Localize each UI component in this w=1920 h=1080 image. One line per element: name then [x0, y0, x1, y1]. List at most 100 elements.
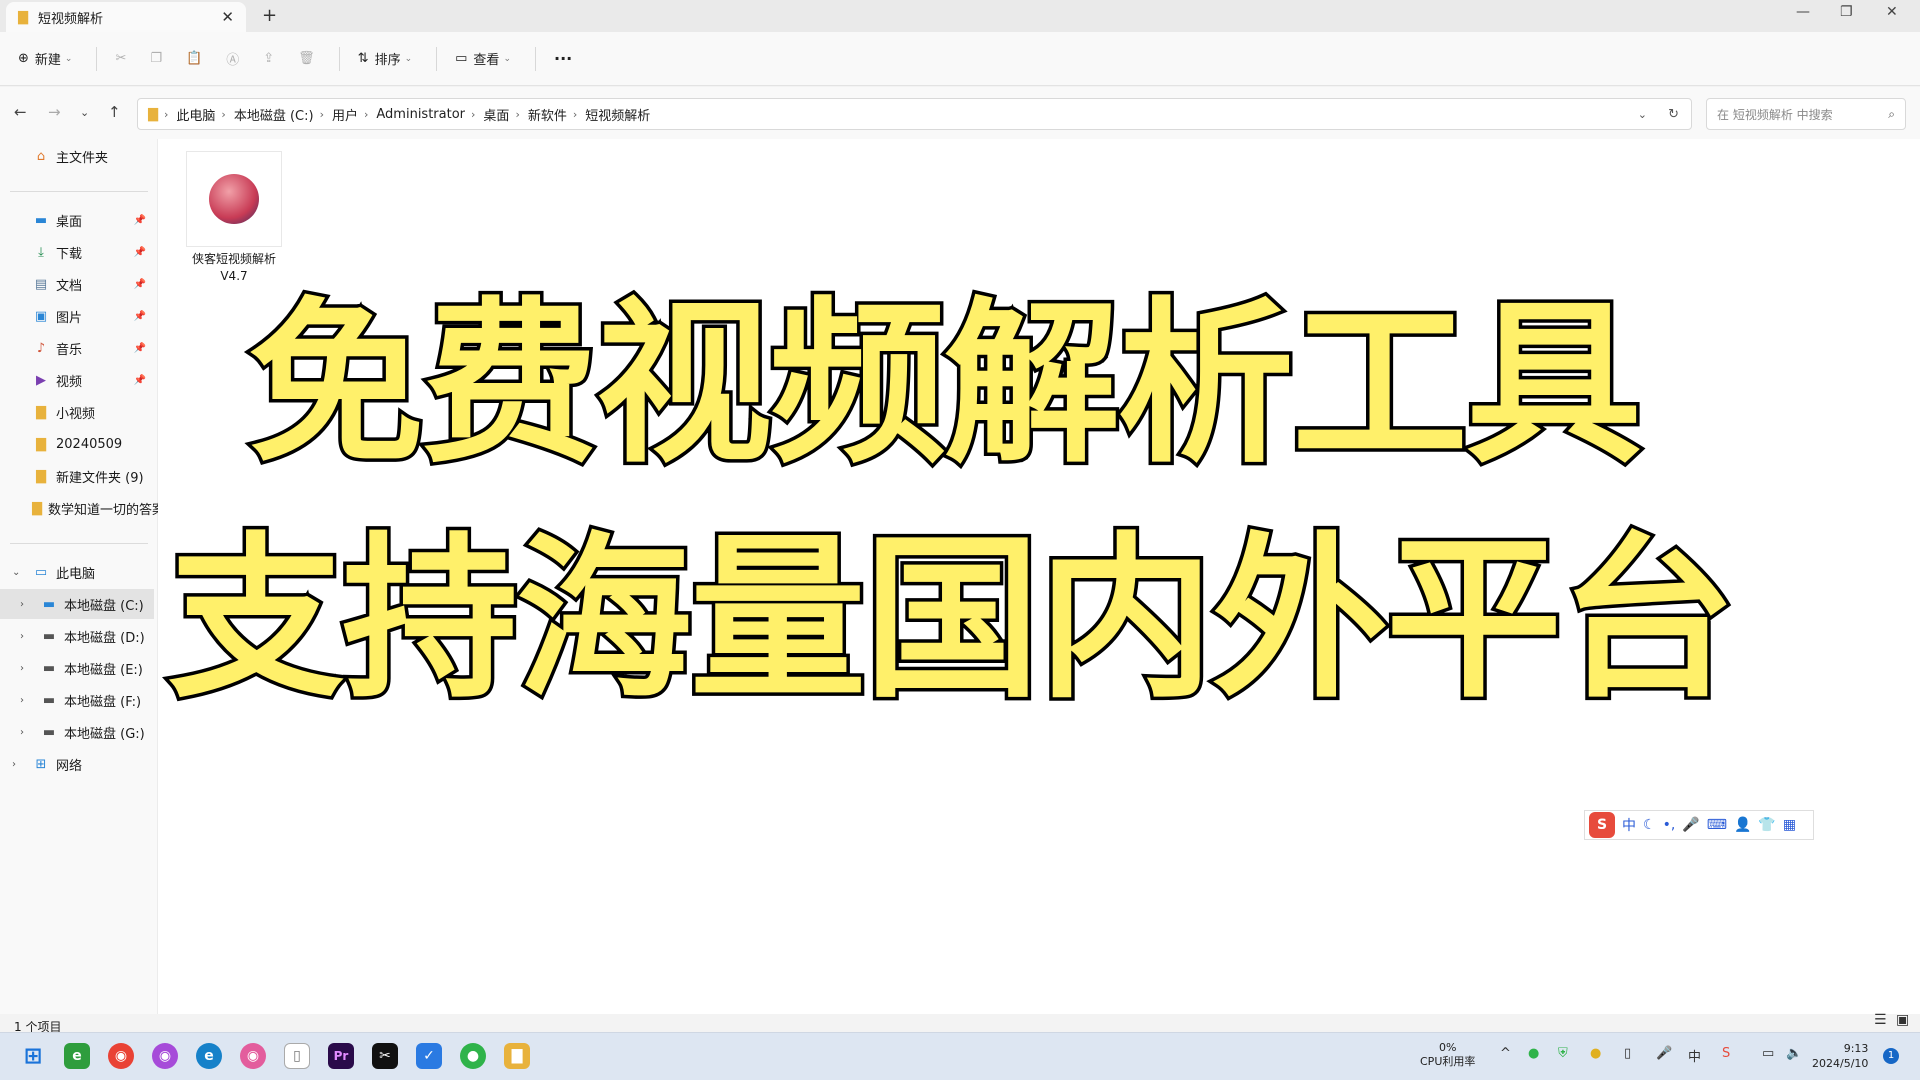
notification-badge[interactable]: 1 — [1883, 1048, 1899, 1064]
sidebar-item-downloads[interactable]: ⤓ 下载 📌 — [0, 237, 158, 267]
premiere-icon[interactable]: Pr — [328, 1043, 354, 1069]
ime-tray-icon[interactable]: 中 — [1688, 1046, 1701, 1065]
toolbox-icon[interactable]: ▦ — [1783, 817, 1796, 833]
share-icon[interactable]: ⇪ — [263, 51, 274, 66]
chevron-right-icon[interactable]: › — [20, 599, 24, 610]
address-bar[interactable]: ▇ › 此电脑 › 本地磁盘 (C:) › 用户 › Administrator… — [137, 98, 1692, 130]
chevron-right-icon[interactable]: › — [20, 631, 24, 642]
network-icon[interactable]: ▭ — [1762, 1046, 1774, 1061]
view-button[interactable]: ▭ 查看 ⌄ — [455, 49, 511, 68]
home-icon: ⌂ — [36, 148, 46, 164]
up-arrow-icon[interactable]: ↑ — [108, 103, 121, 121]
wechat-icon[interactable]: ● — [460, 1043, 486, 1069]
sidebar-item-music[interactable]: ♪ 音乐 📌 — [0, 333, 158, 363]
tiles-view-icon[interactable]: ▣ — [1896, 1012, 1909, 1028]
browser-icon[interactable]: e — [64, 1043, 90, 1069]
breadcrumb-desktop[interactable]: 桌面 — [483, 105, 509, 124]
app-icon[interactable]: ◉ — [240, 1043, 266, 1069]
tab-active[interactable]: ▇ 短视频解析 ✕ — [6, 2, 246, 32]
minimize-button[interactable]: — — [1796, 4, 1810, 20]
start-icon[interactable]: ⊞ — [20, 1043, 46, 1069]
chevron-up-icon[interactable]: ^ — [1500, 1046, 1511, 1061]
sidebar-item-this-pc[interactable]: ⌄ ▭ 此电脑 — [0, 557, 158, 587]
wechat-tray-icon[interactable]: ● — [1528, 1046, 1539, 1061]
capcut-icon[interactable]: ✂ — [372, 1043, 398, 1069]
sidebar-item-drive-f[interactable]: › ▬ 本地磁盘 (F:) — [0, 685, 158, 715]
chrome-icon[interactable]: ◉ — [108, 1043, 134, 1069]
sidebar-item-folder[interactable]: ▇ 小视频 — [0, 397, 158, 427]
sidebar-item-videos[interactable]: ▶ 视频 📌 — [0, 365, 158, 395]
delete-icon[interactable]: 🗑 — [298, 51, 315, 66]
microphone-icon[interactable]: 🎤 — [1682, 817, 1699, 833]
sidebar-item-pictures[interactable]: ▣ 图片 📌 — [0, 301, 158, 331]
breadcrumb-current[interactable]: 短视频解析 — [585, 105, 650, 124]
app-icon — [209, 174, 259, 224]
address-dropdown-icon[interactable]: ⌄ — [1638, 108, 1647, 121]
file-icon[interactable]: ▯ — [284, 1043, 310, 1069]
usb-icon[interactable]: ▯ — [1624, 1046, 1631, 1061]
user-icon[interactable]: 👤 — [1734, 817, 1751, 833]
breadcrumb-administrator[interactable]: Administrator — [376, 107, 465, 122]
edge-icon[interactable]: e — [196, 1043, 222, 1069]
breadcrumb-new-software[interactable]: 新软件 — [528, 105, 567, 124]
search-input[interactable]: 在 短视频解析 中搜索 ⌕ — [1706, 98, 1906, 130]
recent-dropdown-icon[interactable]: ⌄ — [80, 106, 89, 119]
new-button[interactable]: ⊕ 新建 ⌄ — [18, 49, 72, 68]
chevron-right-icon[interactable]: › — [20, 727, 24, 738]
volume-icon[interactable]: 🔈 — [1786, 1046, 1802, 1061]
moon-icon[interactable]: ☾ — [1643, 817, 1656, 833]
breadcrumb-c-drive[interactable]: 本地磁盘 (C:) — [234, 105, 314, 124]
sidebar-item-drive-d[interactable]: › ▬ 本地磁盘 (D:) — [0, 621, 158, 651]
sidebar-item-documents[interactable]: ▤ 文档 📌 — [0, 269, 158, 299]
forward-arrow-icon[interactable]: → — [48, 103, 61, 121]
chevron-right-icon[interactable]: › — [20, 663, 24, 674]
more-options-button[interactable]: ··· — [554, 49, 572, 68]
details-view-icon[interactable]: ☰ — [1874, 1012, 1887, 1028]
rename-icon[interactable]: Ⓐ — [226, 49, 239, 68]
sort-icon: ⇅ — [357, 51, 369, 66]
microphone-icon[interactable]: 🎤 — [1656, 1046, 1672, 1061]
chevron-right-icon[interactable]: › — [20, 695, 24, 706]
back-arrow-icon[interactable]: ← — [14, 103, 27, 121]
app-icon[interactable]: ◉ — [152, 1043, 178, 1069]
sidebar-item-drive-e[interactable]: › ▬ 本地磁盘 (E:) — [0, 653, 158, 683]
clock[interactable]: 9:13 2024/5/10 — [1812, 1041, 1868, 1071]
sidebar-item-folder[interactable]: ▇ 20240509 — [0, 429, 158, 459]
sidebar-item-folder[interactable]: ▇ 数学知道一切的答案 — [0, 493, 158, 523]
sidebar-item-label: 视频 — [56, 374, 83, 390]
app-icon[interactable]: ✓ — [416, 1043, 442, 1069]
close-window-button[interactable]: ✕ — [1886, 4, 1898, 20]
file-thumbnail — [186, 151, 282, 247]
app-tray-icon[interactable]: ● — [1590, 1046, 1601, 1061]
breadcrumb-this-pc[interactable]: 此电脑 — [176, 105, 215, 124]
sogou-tray-icon[interactable]: S — [1722, 1046, 1730, 1061]
file-item[interactable]: 侠客短视频解析 V4.7 — [178, 151, 290, 285]
sidebar-item-network[interactable]: › ⊞ 网络 — [0, 749, 158, 779]
sidebar-item-desktop[interactable]: ▬ 桌面 📌 — [0, 205, 158, 235]
sort-button[interactable]: ⇅ 排序 ⌄ — [358, 49, 412, 68]
file-explorer-icon[interactable]: ▇ — [504, 1043, 530, 1069]
breadcrumb-users[interactable]: 用户 — [332, 105, 358, 124]
shield-icon[interactable]: ⛨ — [1558, 1046, 1568, 1061]
sidebar-item-drive-g[interactable]: › ▬ 本地磁盘 (G:) — [0, 717, 158, 747]
paste-icon[interactable]: 📋 — [186, 51, 202, 66]
sidebar-item-drive-c[interactable]: › ▬ 本地磁盘 (C:) — [0, 589, 154, 619]
punctuation-icon[interactable]: •, — [1663, 817, 1676, 833]
chevron-right-icon[interactable]: › — [12, 759, 16, 770]
skin-icon[interactable]: 👕 — [1758, 817, 1775, 833]
keyboard-icon[interactable]: ⌨ — [1707, 817, 1727, 833]
sidebar-item-folder[interactable]: ▇ 新建文件夹 (9) — [0, 461, 158, 491]
refresh-icon[interactable]: ↻ — [1668, 107, 1679, 122]
new-tab-button[interactable]: + — [262, 5, 277, 26]
computer-icon: ▭ — [34, 564, 48, 580]
cut-icon[interactable]: ✂ — [115, 51, 126, 66]
sogou-logo-icon[interactable]: S — [1589, 812, 1615, 838]
close-tab-icon[interactable]: ✕ — [221, 8, 234, 26]
copy-icon[interactable]: ❐ — [150, 51, 162, 66]
ime-mode[interactable]: 中 — [1622, 815, 1636, 835]
maximize-button[interactable]: ❐ — [1840, 4, 1853, 20]
chevron-down-icon[interactable]: ⌄ — [12, 567, 20, 578]
ime-toolbar[interactable]: S 中 ☾ •, 🎤 ⌨ 👤 👕 ▦ — [1584, 810, 1814, 840]
cpu-widget[interactable]: 0% CPU利用率 — [1420, 1041, 1475, 1069]
sidebar-item-home[interactable]: ⌂ 主文件夹 — [0, 141, 158, 171]
